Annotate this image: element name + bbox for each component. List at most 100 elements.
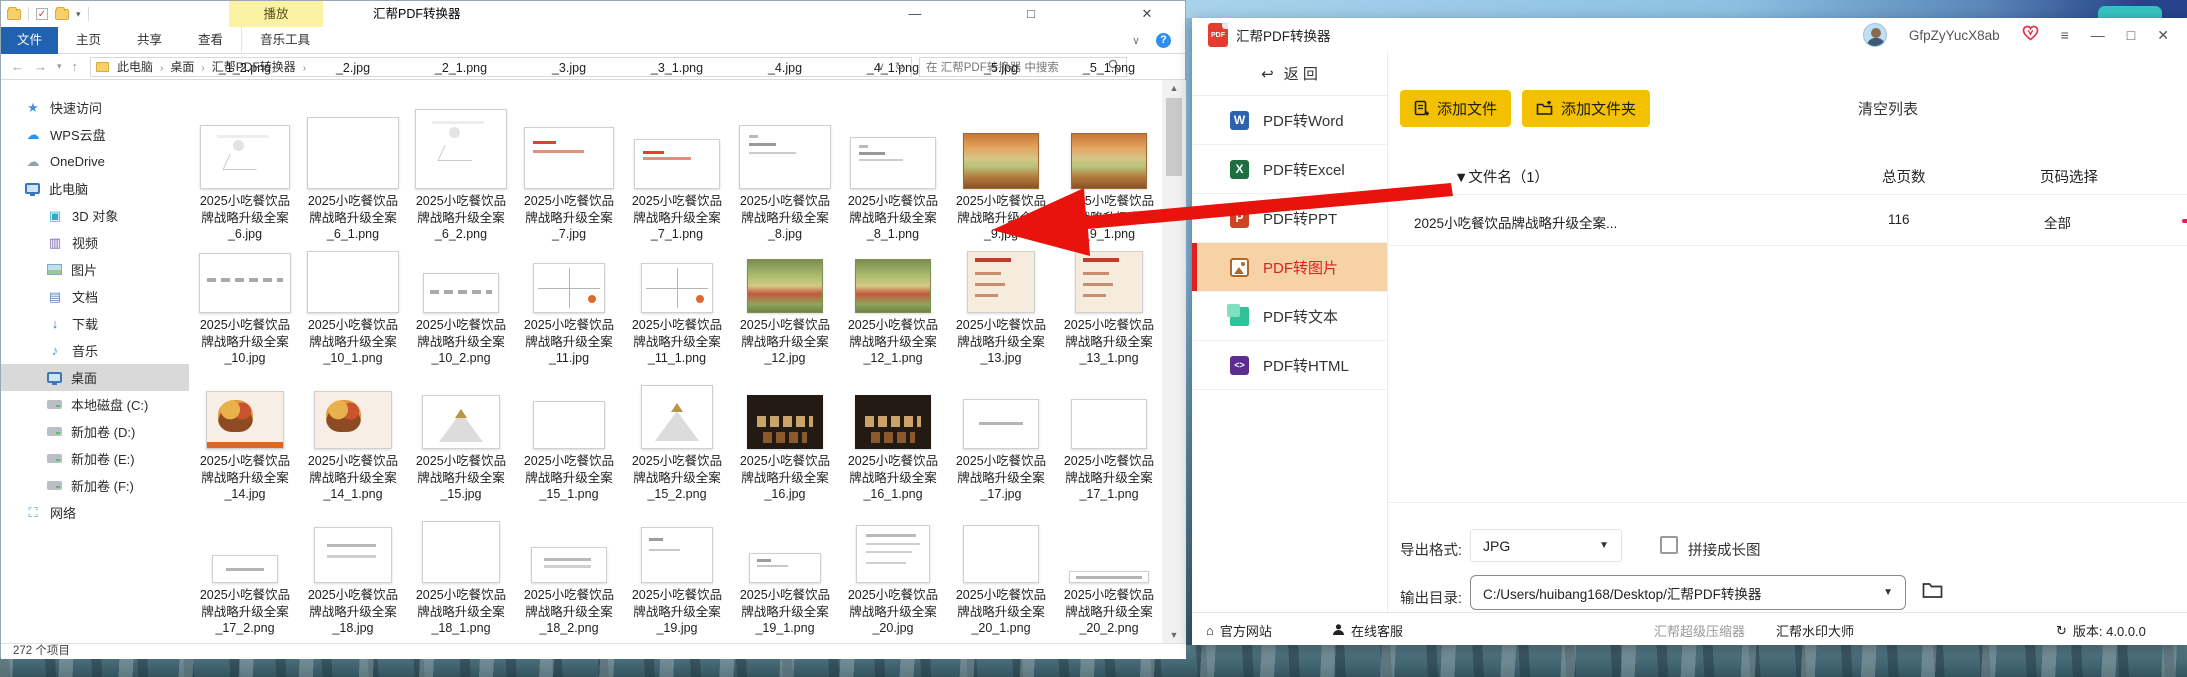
file-item[interactable]: 2025小吃餐饮品 牌战略升级全案 _15_1.png <box>515 384 623 503</box>
file-item[interactable]: 2025小吃餐饮品 牌战略升级全案 _13_1.png <box>1055 251 1163 367</box>
file-thumbnail[interactable] <box>212 555 278 583</box>
file-thumbnail[interactable] <box>314 391 392 449</box>
browse-folder-icon[interactable] <box>1922 581 1943 604</box>
file-thumbnail[interactable] <box>747 395 823 449</box>
file-thumbnail[interactable] <box>1071 133 1147 189</box>
clear-list-button[interactable]: 清空列表 <box>1858 98 1918 119</box>
ribbon-tab-共享[interactable]: 共享 <box>119 27 180 54</box>
file-thumbnail[interactable] <box>200 125 290 189</box>
file-item[interactable]: 2025小吃餐饮品 牌战略升级全案 _18.jpg <box>299 518 407 637</box>
file-thumbnail[interactable] <box>641 263 713 313</box>
folder-icon[interactable] <box>7 6 21 20</box>
scroll-down-icon[interactable]: ▼ <box>1162 627 1186 643</box>
file-thumbnail[interactable] <box>634 139 720 189</box>
file-item[interactable]: 2025小吃餐饮品 牌战略升级全案 _16.jpg <box>731 384 839 503</box>
sidebar-item-本地磁盘 (C:)[interactable]: 本地磁盘 (C:) <box>1 391 189 418</box>
vip-badge-icon[interactable] <box>2022 25 2039 46</box>
contextual-tab-play[interactable]: 播放 <box>229 1 323 27</box>
properties-icon[interactable]: ✓ <box>36 8 48 20</box>
file-label-clipped[interactable]: _5.jpg <box>947 61 1055 75</box>
sidebar-item-网络[interactable]: ⛶ 网络 <box>1 499 189 526</box>
concat-label[interactable]: 拼接成长图 <box>1688 539 1761 560</box>
expand-ribbon-icon[interactable]: ∨ <box>1132 34 1140 47</box>
file-thumbnail[interactable] <box>524 127 614 189</box>
app-sidebar-item-PDF转HTML[interactable]: <> PDF转HTML <box>1192 341 1387 390</box>
ribbon-tab-文件[interactable]: 文件 <box>1 27 59 54</box>
sidebar-item-WPS云盘[interactable]: ☁ WPS云盘 <box>1 121 189 148</box>
sidebar-item-OneDrive[interactable]: ☁ OneDrive <box>1 148 189 175</box>
file-thumbnail[interactable] <box>856 525 930 583</box>
sidebar-item-音乐[interactable]: ♪ 音乐 <box>1 337 189 364</box>
file-item[interactable]: 2025小吃餐饮品 牌战略升级全案 _18_2.png <box>515 518 623 637</box>
file-thumbnail[interactable] <box>307 117 399 189</box>
file-thumbnail[interactable] <box>415 109 507 189</box>
file-label-clipped[interactable]: _5_1.png <box>1055 61 1163 75</box>
file-thumbnail[interactable] <box>963 399 1039 449</box>
file-thumbnail[interactable] <box>641 385 713 449</box>
file-label-clipped[interactable]: _4.jpg <box>731 61 839 75</box>
file-label-clipped[interactable]: _2_1.png <box>407 61 515 75</box>
app-sidebar-item-PDF转文本[interactable]: PDF转文本 <box>1192 292 1387 341</box>
username[interactable]: GfpZyYucX8ab <box>1909 28 2000 43</box>
file-thumbnail[interactable] <box>641 527 713 583</box>
file-item[interactable]: 2025小吃餐饮品 牌战略升级全案 _12_1.png <box>839 251 947 367</box>
app-maximize-button[interactable]: □ <box>2127 27 2135 43</box>
back-button[interactable]: ↩ 返 回 <box>1192 52 1387 96</box>
sidebar-item-文档[interactable]: ▤ 文档 <box>1 283 189 310</box>
app-sidebar-item-PDF转图片[interactable]: PDF转图片 <box>1192 243 1387 292</box>
file-item[interactable]: 2025小吃餐饮品 牌战略升级全案 _6_2.png <box>407 97 515 243</box>
file-item[interactable]: 2025小吃餐饮品 牌战略升级全案 _19.jpg <box>623 518 731 637</box>
file-item[interactable]: 2025小吃餐饮品 牌战略升级全案 _20_2.png <box>1055 518 1163 637</box>
sidebar-item-新加卷 (E:)[interactable]: 新加卷 (E:) <box>1 445 189 472</box>
column-filename[interactable]: ▼文件名（1） <box>1454 166 1549 187</box>
file-item[interactable]: 2025小吃餐饮品 牌战略升级全案 _11.jpg <box>515 251 623 367</box>
app-sidebar-item-PDF转Excel[interactable]: X PDF转Excel <box>1192 145 1387 194</box>
app-sidebar-item-PDF转Word[interactable]: W PDF转Word <box>1192 96 1387 145</box>
new-folder-icon[interactable] <box>55 6 69 20</box>
file-label-clipped[interactable]: _2.jpg <box>299 61 407 75</box>
file-item[interactable]: 2025小吃餐饮品 牌战略升级全案 _14_1.png <box>299 384 407 503</box>
app-minimize-button[interactable]: — <box>2091 27 2105 43</box>
file-thumbnail[interactable] <box>967 251 1035 313</box>
file-item[interactable]: 2025小吃餐饮品 牌战略升级全案 _19_1.png <box>731 518 839 637</box>
file-thumbnail[interactable] <box>855 259 931 313</box>
recent-locations-icon[interactable]: ▾ <box>57 61 62 72</box>
file-item[interactable]: 2025小吃餐饮品 牌战略升级全案 _12.jpg <box>731 251 839 367</box>
file-item[interactable]: 2025小吃餐饮品 牌战略升级全案 _10_1.png <box>299 251 407 367</box>
forward-icon[interactable]: → <box>34 59 47 74</box>
file-item[interactable]: 2025小吃餐饮品 牌战略升级全案 _17_2.png <box>191 518 299 637</box>
file-thumbnail[interactable] <box>749 553 821 583</box>
file-item[interactable]: 2025小吃餐饮品 牌战略升级全案 _17.jpg <box>947 384 1055 503</box>
back-icon[interactable]: ← <box>11 59 24 74</box>
file-thumbnail[interactable] <box>850 137 936 189</box>
concat-checkbox[interactable] <box>1660 536 1678 554</box>
compressor-link[interactable]: 汇帮超级压缩器 <box>1654 621 1745 640</box>
file-thumbnail[interactable] <box>747 259 823 313</box>
file-item[interactable]: 2025小吃餐饮品 牌战略升级全案 _7.jpg <box>515 97 623 243</box>
add-folder-button[interactable]: 添加文件夹 <box>1522 90 1651 127</box>
file-item[interactable]: 2025小吃餐饮品 牌战略升级全案 _10_2.png <box>407 251 515 367</box>
file-thumbnail[interactable] <box>855 395 931 449</box>
file-item[interactable]: 2025小吃餐饮品 牌战略升级全案 _9.jpg <box>947 97 1055 243</box>
app-sidebar-item-PDF转PPT[interactable]: P PDF转PPT <box>1192 194 1387 243</box>
file-item[interactable]: 2025小吃餐饮品 牌战略升级全案 _6.jpg <box>191 97 299 243</box>
sidebar-item-新加卷 (D:)[interactable]: 新加卷 (D:) <box>1 418 189 445</box>
file-label-clipped[interactable]: _4_1.png <box>839 61 947 75</box>
file-label-clipped[interactable]: _3.jpg <box>515 61 623 75</box>
file-thumbnail[interactable] <box>307 251 399 313</box>
file-item[interactable]: 2025小吃餐饮品 牌战略升级全案 _14.jpg <box>191 384 299 503</box>
file-thumbnail[interactable] <box>533 263 605 313</box>
format-select[interactable]: JPG ▼ <box>1470 529 1622 562</box>
sidebar-item-视频[interactable]: ▥ 视频 <box>1 229 189 256</box>
file-thumbnail[interactable] <box>963 525 1039 583</box>
file-thumbnail[interactable] <box>1075 251 1143 313</box>
file-thumbnail[interactable] <box>1071 399 1147 449</box>
online-service-link[interactable]: 在线客服 <box>1332 621 1403 640</box>
file-item[interactable]: 2025小吃餐饮品 牌战略升级全案 _11_1.png <box>623 251 731 367</box>
file-thumbnail[interactable] <box>206 391 284 449</box>
ribbon-tab-音乐工具[interactable]: 音乐工具 <box>241 27 328 54</box>
file-label-clipped[interactable]: _3_1.png <box>623 61 731 75</box>
version-info[interactable]: ↻ 版本: 4.0.0.0 <box>2056 621 2146 640</box>
add-file-button[interactable]: 添加文件 <box>1400 90 1512 127</box>
file-thumbnail[interactable] <box>422 521 500 583</box>
